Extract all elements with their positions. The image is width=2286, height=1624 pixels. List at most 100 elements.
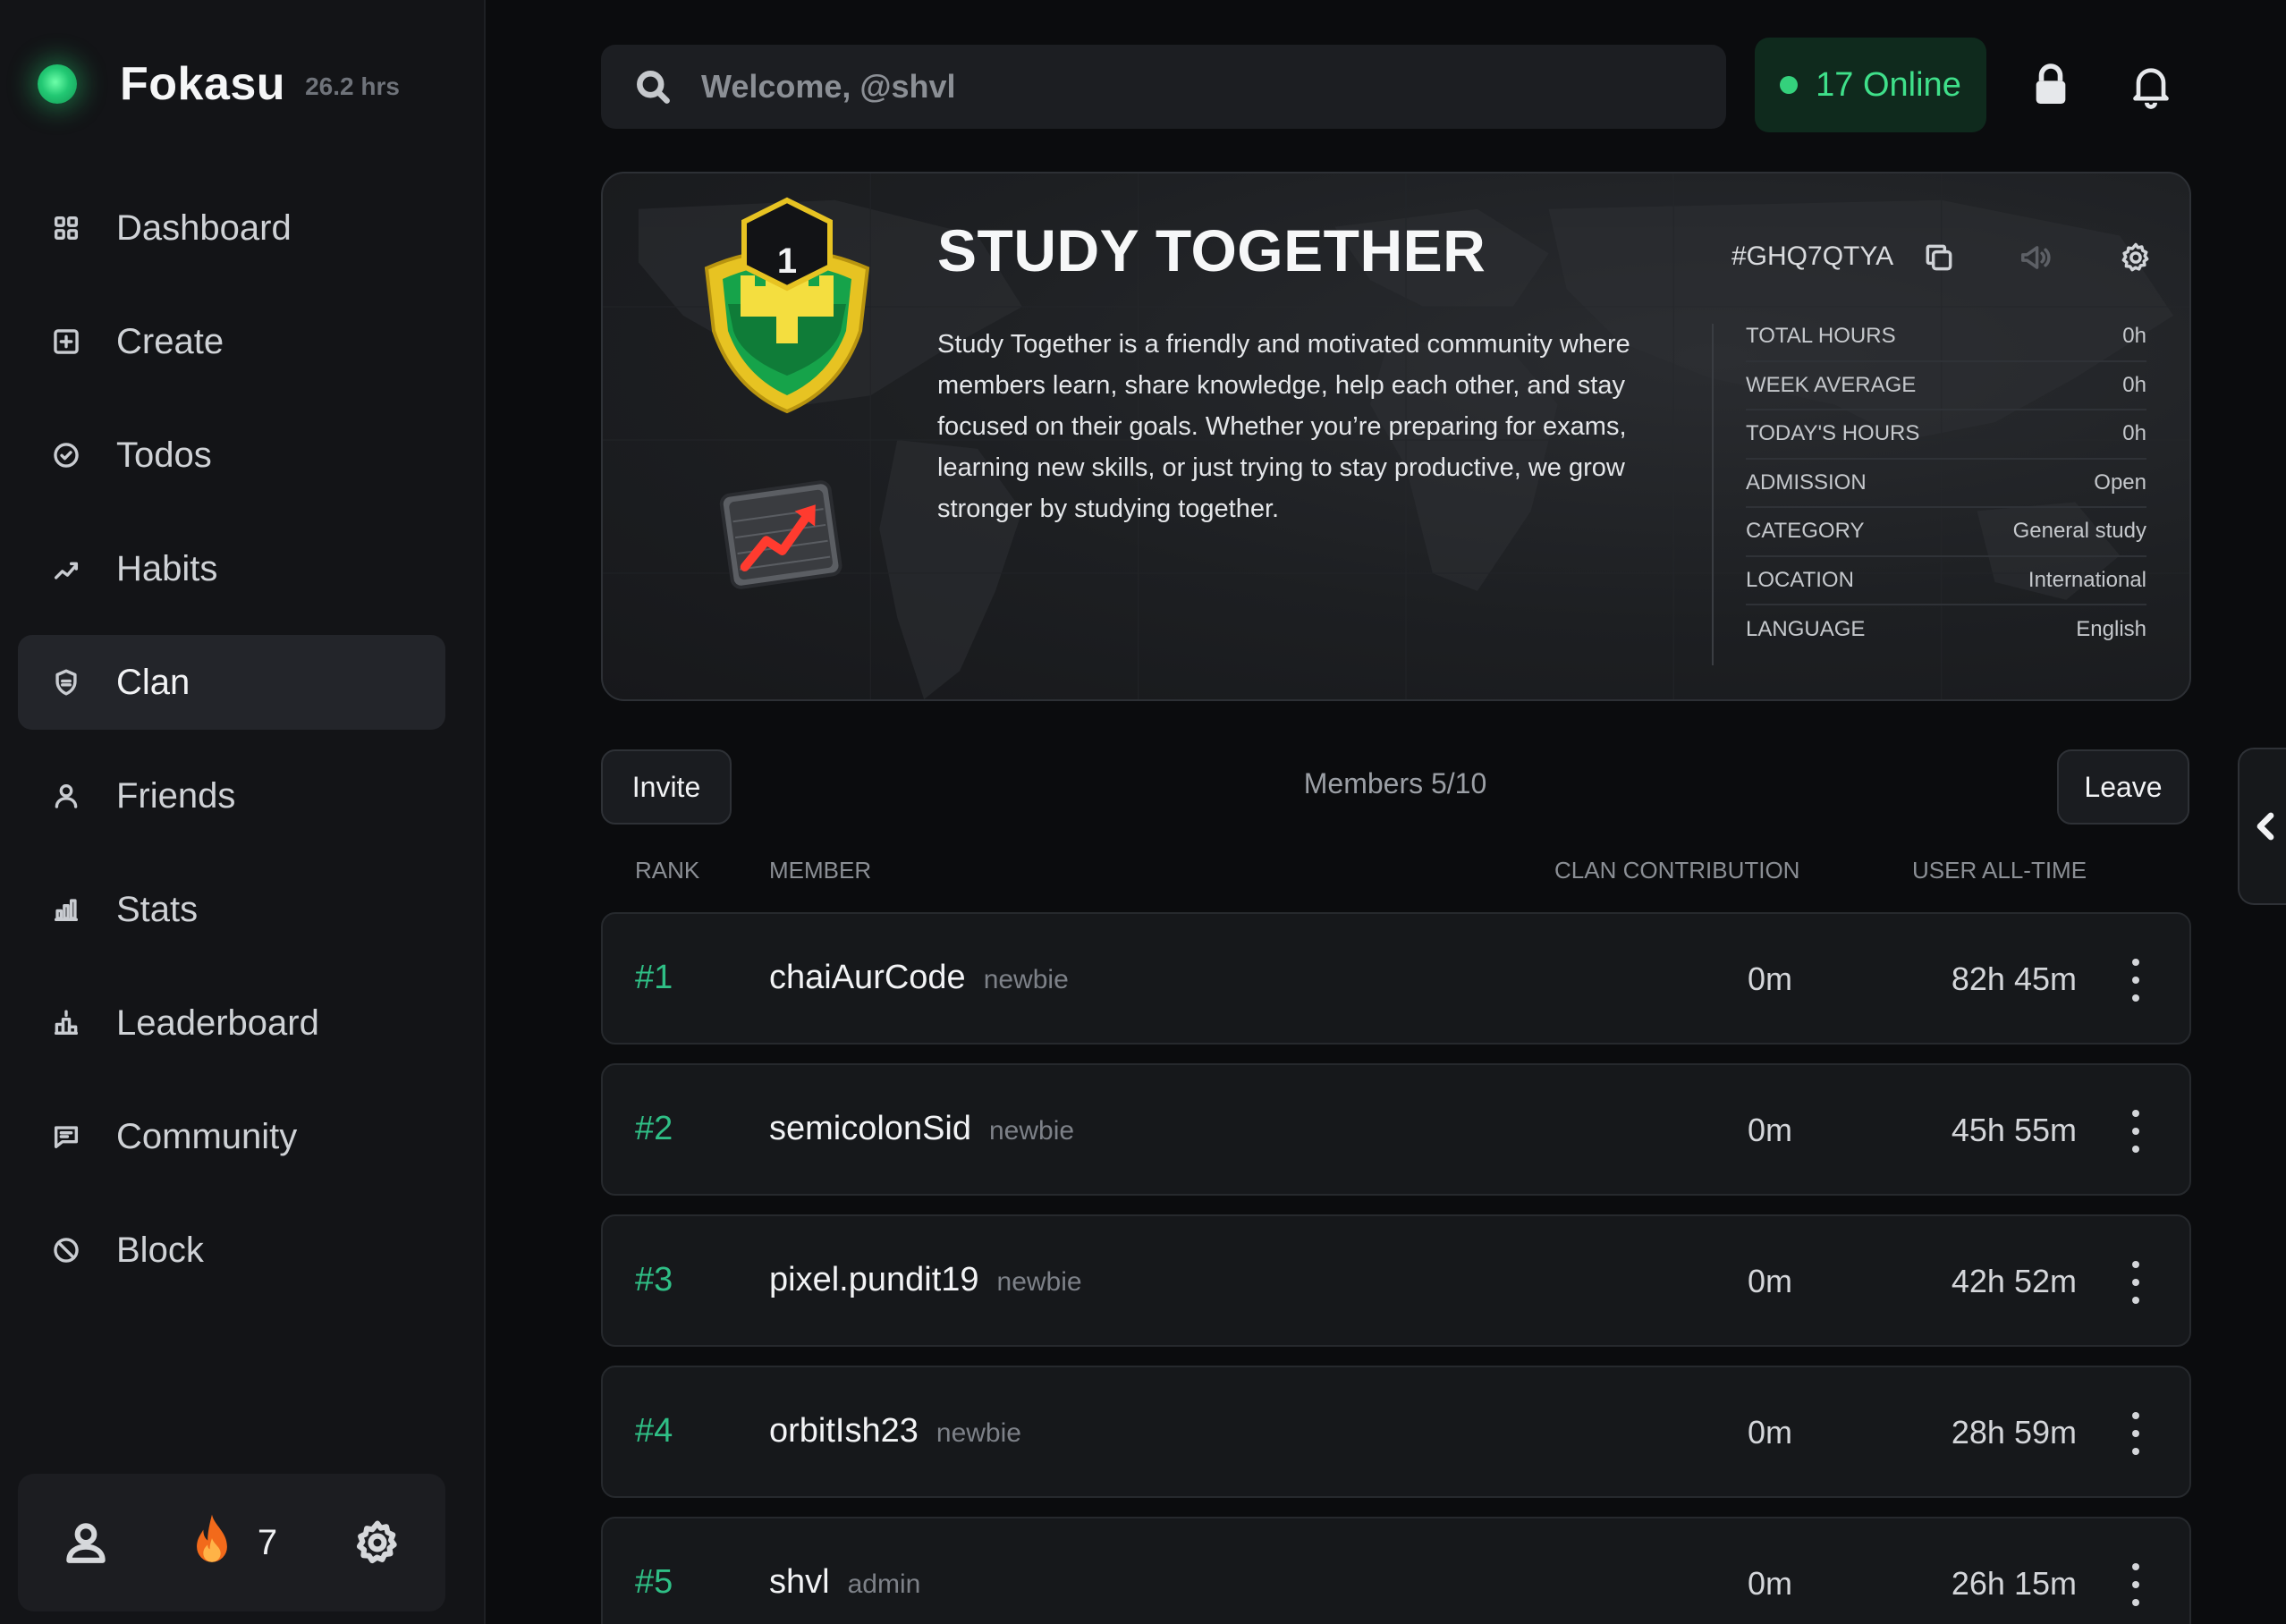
streak-button[interactable]: 7 (186, 1507, 277, 1578)
stat-location: LOCATION International (1746, 557, 2146, 605)
sidebar-item-habits[interactable]: Habits (18, 521, 445, 616)
sidebar-item-community[interactable]: Community (18, 1089, 445, 1184)
more-options-icon[interactable] (2125, 1563, 2146, 1606)
search-input[interactable] (701, 68, 1596, 106)
member-name[interactable]: shvl (769, 1563, 830, 1601)
members-list: #1 chaiAurCode newbie 0m 82h 45m #2 semic… (601, 912, 2191, 1624)
user-icon (48, 778, 84, 814)
trend-badge-icon (714, 476, 848, 592)
sidebar-item-stats[interactable]: Stats (18, 862, 445, 957)
copy-icon (1926, 244, 1952, 271)
sidebar-item-label: Block (116, 1230, 204, 1270)
clan-emblem: 1 (698, 197, 876, 420)
member-name[interactable]: orbitIsh23 (769, 1412, 919, 1450)
collapse-panel-button[interactable] (2238, 748, 2286, 905)
status-dot-icon (38, 64, 77, 104)
clan-stats: TOTAL HOURS 0h WEEK AVERAGE 0h TODAY'S H… (1746, 313, 2146, 655)
column-header-contribution: CLAN CONTRIBUTION (1554, 857, 1800, 884)
member-row[interactable]: #3 pixel.pundit19 newbie 0m 42h 52m (601, 1214, 2191, 1347)
stat-category: CATEGORY General study (1746, 508, 2146, 557)
plus-square-icon (48, 324, 84, 359)
more-options-icon[interactable] (2125, 1110, 2146, 1153)
sidebar-item-label: Todos (116, 435, 212, 475)
stats-divider (1712, 324, 1714, 665)
member-row[interactable]: #4 orbitIsh23 newbie 0m 28h 59m (601, 1366, 2191, 1498)
chevron-left-icon (2256, 812, 2274, 841)
member-alltime: 28h 59m (1951, 1414, 2077, 1451)
member-name-cell: semicolonSid newbie (769, 1110, 1074, 1148)
member-role: newbie (996, 1267, 1082, 1297)
invite-button[interactable]: Invite (601, 749, 732, 825)
member-role: admin (847, 1569, 921, 1599)
ban-icon (48, 1232, 84, 1268)
grid-icon (48, 210, 84, 246)
profile-button[interactable] (50, 1507, 122, 1578)
sidebar-item-label: Friends (116, 775, 236, 816)
stat-value: General study (2012, 519, 2146, 544)
member-alltime: 26h 15m (1951, 1565, 2077, 1602)
sidebar-nav: Dashboard Create Todos Habits Clan Frien… (18, 181, 445, 1316)
member-alltime: 82h 45m (1951, 960, 2077, 997)
stat-value: 0h (2122, 372, 2146, 397)
lock-button[interactable] (2019, 54, 2082, 116)
member-name[interactable]: chaiAurCode (769, 959, 966, 996)
clan-shield-icon (704, 197, 870, 414)
sidebar-item-block[interactable]: Block (18, 1203, 445, 1298)
member-name-cell: pixel.pundit19 newbie (769, 1261, 1082, 1299)
member-name[interactable]: pixel.pundit19 (769, 1261, 979, 1298)
member-name[interactable]: semicolonSid (769, 1110, 971, 1147)
leave-button[interactable]: Leave (2057, 749, 2189, 825)
sidebar-item-clan[interactable]: Clan (18, 635, 445, 730)
more-options-icon[interactable] (2125, 1412, 2146, 1455)
megaphone-icon (2021, 246, 2051, 269)
brand[interactable]: Fokasu 26.2 hrs (38, 57, 400, 111)
stat-language: LANGUAGE English (1746, 605, 2146, 655)
column-header-alltime: USER ALL-TIME (1912, 857, 2087, 884)
search-icon (637, 71, 670, 104)
stat-label: CATEGORY (1746, 519, 1865, 544)
member-row[interactable]: #2 semicolonSid newbie 0m 45h 55m (601, 1063, 2191, 1196)
search-bar[interactable] (601, 45, 1726, 129)
online-count-badge[interactable]: 17 Online (1755, 38, 1986, 132)
stat-total-hours: TOTAL HOURS 0h (1746, 313, 2146, 362)
members-count: Members 5/10 (1303, 767, 1487, 799)
streak-count: 7 (257, 1522, 278, 1562)
clan-title: STUDY TOGETHER (937, 217, 1486, 283)
stat-value: 0h (2122, 324, 2146, 349)
member-rank: #3 (635, 1261, 673, 1298)
member-name-cell: chaiAurCode newbie (769, 959, 1069, 997)
member-contribution: 0m (1748, 1565, 1793, 1602)
clan-settings-button[interactable] (2114, 236, 2157, 279)
member-alltime: 45h 55m (1951, 1112, 2077, 1148)
member-rank: #2 (635, 1110, 673, 1147)
stat-label: WEEK AVERAGE (1746, 372, 1917, 397)
bar-chart-icon (48, 892, 84, 927)
member-row[interactable]: #5 shvl admin 0m 26h 15m (601, 1517, 2191, 1624)
stat-label: LOCATION (1746, 567, 1854, 592)
stat-label: ADMISSION (1746, 469, 1867, 495)
sidebar-item-label: Habits (116, 548, 218, 588)
sidebar-item-leaderboard[interactable]: Leaderboard (18, 976, 445, 1070)
sidebar-item-dashboard[interactable]: Dashboard (18, 181, 445, 275)
app-name: Fokasu (120, 58, 286, 110)
stat-value: English (2076, 617, 2146, 642)
more-options-icon[interactable] (2125, 1261, 2146, 1304)
stat-label: TOTAL HOURS (1746, 324, 1896, 349)
copy-code-button[interactable] (1918, 236, 1960, 279)
member-contribution: 0m (1748, 960, 1793, 997)
more-options-icon[interactable] (2125, 959, 2146, 1002)
member-contribution: 0m (1748, 1112, 1793, 1148)
notifications-button[interactable] (2120, 54, 2182, 116)
sidebar-item-friends[interactable]: Friends (18, 749, 445, 843)
sidebar-item-todos[interactable]: Todos (18, 408, 445, 503)
sidebar-item-label: Stats (116, 889, 199, 929)
settings-button[interactable] (342, 1507, 413, 1578)
clan-card: 1 STUDY TOGETHER Study Together is a fri… (601, 172, 2191, 701)
member-row[interactable]: #1 chaiAurCode newbie 0m 82h 45m (601, 912, 2191, 1045)
stat-week-average: WEEK AVERAGE 0h (1746, 362, 2146, 410)
announce-button[interactable] (2014, 236, 2057, 279)
member-alltime: 42h 52m (1951, 1263, 2077, 1299)
online-count: 17 Online (1816, 65, 1961, 104)
shield-icon (48, 664, 84, 700)
sidebar-item-create[interactable]: Create (18, 294, 445, 389)
